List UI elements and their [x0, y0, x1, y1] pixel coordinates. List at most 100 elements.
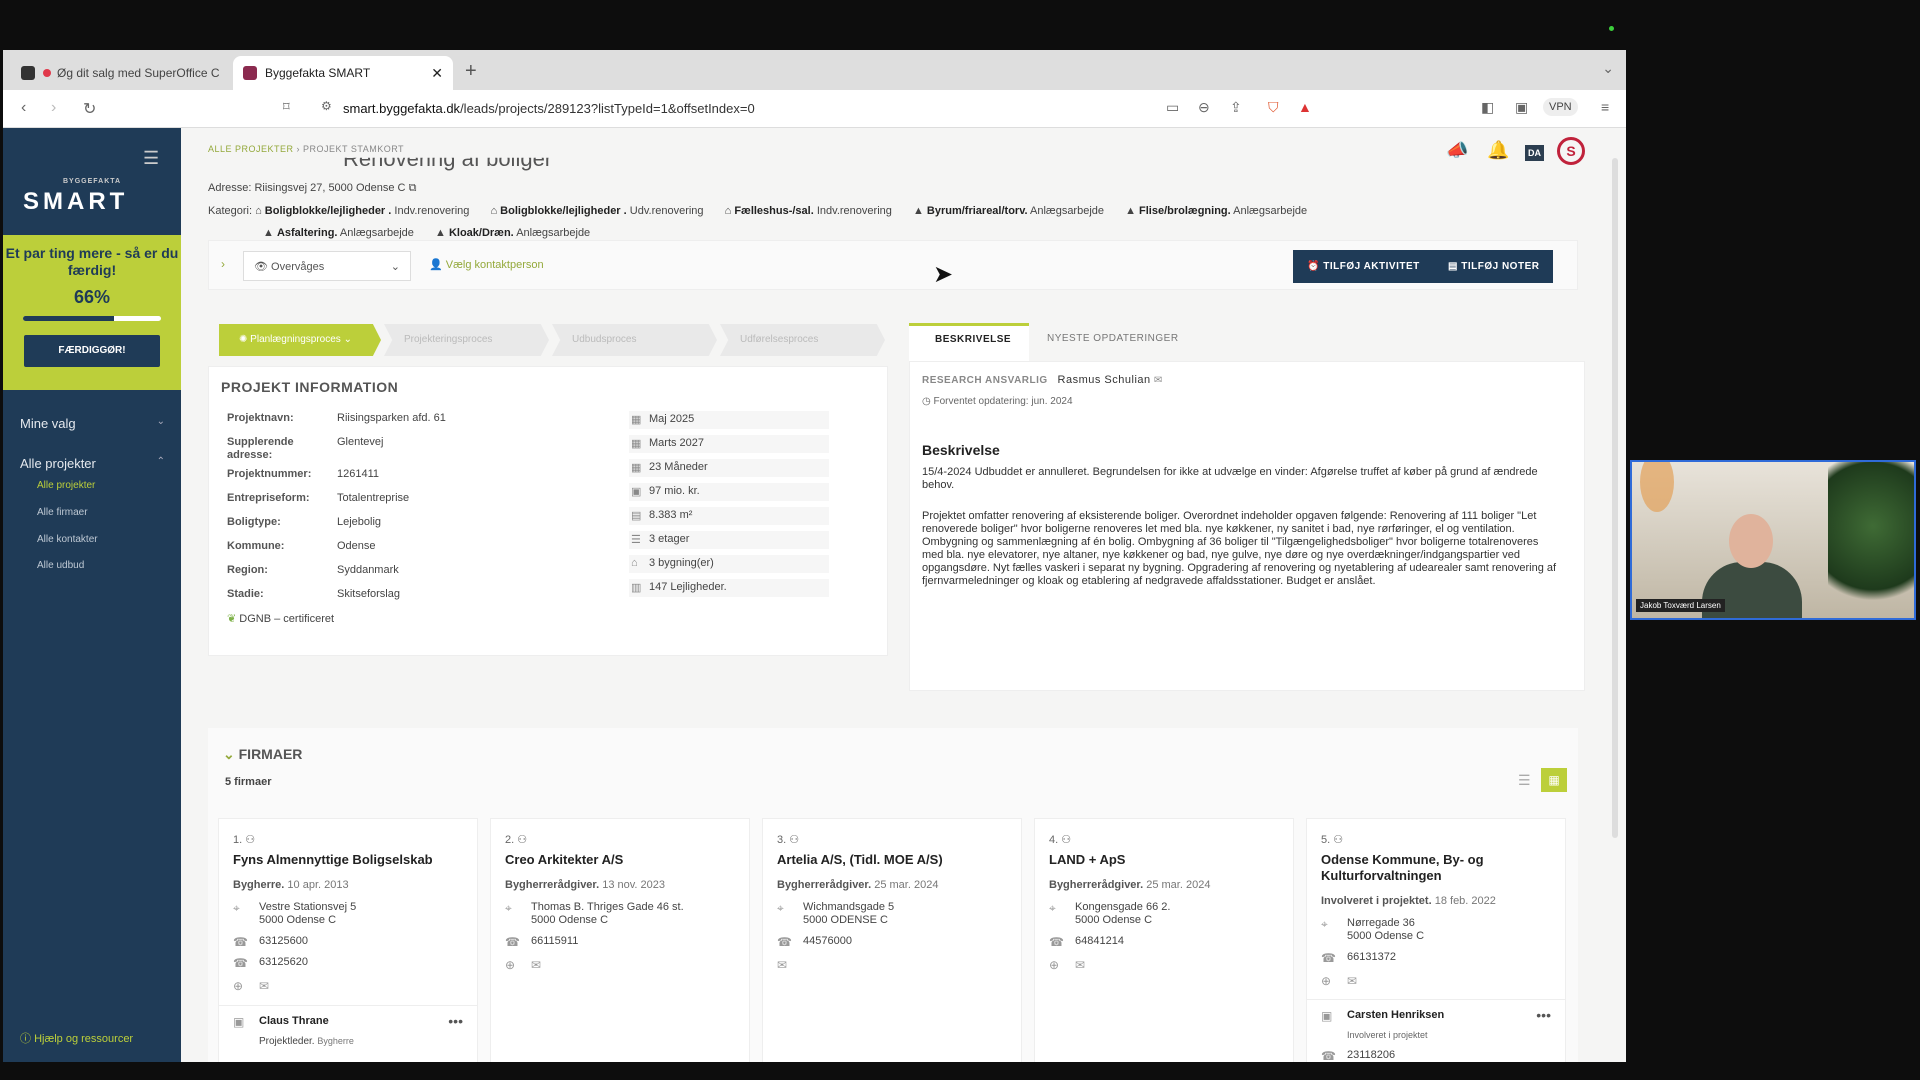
add-activity-button[interactable]: ⏰ TILFØJ AKTIVITET [1293, 250, 1434, 283]
language-button[interactable]: DA [1525, 145, 1544, 161]
tab-byggefakta[interactable]: Byggefakta SMART ✕ [233, 56, 453, 90]
contact-phone[interactable]: 23118206 [1347, 1049, 1395, 1062]
add-note-button[interactable]: ▤ TILFØJ NOTER [1434, 250, 1554, 283]
description-heading: Beskrivelse [922, 442, 1000, 458]
brave-rewards-icon[interactable]: ▲ [1298, 99, 1312, 115]
stage-planlaegning[interactable]: ✺ Planlægningsproces ⌄ [219, 324, 381, 356]
firm-date: 25 mar. 2024 [874, 879, 939, 891]
share-icon[interactable]: ⇪ [1230, 99, 1242, 116]
help-link[interactable]: ⓘ Hjælp og ressourcer [20, 1030, 133, 1046]
back-icon[interactable]: ‹ [21, 99, 26, 117]
megaphone-icon[interactable]: 📣 [1446, 140, 1468, 161]
firm-card[interactable]: 4. ⚇ LAND + ApS Bygherrerådgiver. 25 mar… [1034, 818, 1294, 1062]
close-tab-icon[interactable]: ✕ [431, 65, 443, 82]
firm-name[interactable]: Odense Kommune, By- og Kulturforvaltning… [1321, 852, 1551, 884]
scrollbar[interactable] [1612, 158, 1618, 838]
stage-udfoerelse[interactable]: Udførelsesproces [720, 324, 885, 356]
research-label-text: RESEARCH ANSVARLIG [922, 375, 1048, 386]
menu-icon[interactable]: ≡ [1601, 99, 1609, 115]
globe-icon[interactable]: ⊕ [505, 958, 515, 972]
firm-phone-1[interactable]: 66115911 [531, 935, 578, 948]
globe-icon[interactable]: ⊕ [1321, 974, 1331, 988]
category-type: Anlægsarbejde [1233, 205, 1308, 217]
bookmark-icon[interactable]: ⌑ [283, 99, 290, 115]
tab-beskrivelse[interactable]: BESKRIVELSE [909, 323, 1029, 361]
sidebar-item-mine-valg[interactable]: Mine valg ⌄ [20, 416, 165, 431]
firm-card[interactable]: 5. ⚇ Odense Kommune, By- og Kulturforval… [1306, 818, 1566, 1062]
fact-value: 147 Lejligheder. [649, 581, 727, 593]
contact-name[interactable]: Claus Thrane [259, 1015, 329, 1028]
firm-card[interactable]: 2. ⚇ Creo Arkitekter A/S Bygherrerådgive… [490, 818, 750, 1062]
grid-view-icon[interactable]: ▦ [1541, 768, 1567, 792]
forward-icon[interactable]: › [51, 99, 56, 117]
org-icon: ⚇ [1333, 834, 1344, 846]
firm-number: 5. ⚇ [1321, 833, 1343, 846]
firm-phone-1[interactable]: 64841214 [1075, 935, 1124, 948]
more-icon[interactable]: ••• [448, 1013, 463, 1029]
firm-phone-1[interactable]: 63125600 [259, 935, 308, 948]
wallet-icon[interactable]: ▣ [1515, 99, 1528, 116]
url-field[interactable]: smart.byggefakta.dk/leads/projects/28912… [343, 101, 755, 116]
watch-dropdown[interactable]: 👁 Overvåges ⌄ [243, 251, 411, 281]
sidebar-sub-alle-kontakter[interactable]: Alle kontakter [37, 534, 98, 545]
fact-duration: ▦ 23 Måneder [629, 459, 829, 477]
map-icon[interactable]: ⧉ [409, 182, 417, 194]
stage-projektering[interactable]: Projekteringsproces [384, 324, 549, 356]
contact-name[interactable]: Carsten Henriksen [1347, 1009, 1444, 1022]
finish-button[interactable]: FÆRDIGGØR! [24, 335, 160, 367]
globe-icon[interactable]: ⊕ [1049, 958, 1059, 972]
firm-phone-1[interactable]: 44576000 [803, 935, 852, 948]
firm-phone-2[interactable]: 63125620 [259, 956, 308, 969]
new-tab-icon[interactable]: + [465, 60, 477, 83]
email-icon[interactable]: ✉ [1154, 375, 1163, 386]
sidebar-item-alle-projekter[interactable]: Alle projekter ⌃ [20, 456, 165, 471]
zoom-icon[interactable]: ⊖ [1198, 99, 1210, 116]
sidebar-toggle-icon[interactable]: ◧ [1481, 99, 1494, 116]
firm-num: 4. [1049, 834, 1059, 846]
category-item: ⌂ Boligblokke/lejligheder . Udv.renoveri… [490, 205, 704, 217]
tab-list-chevron-icon[interactable]: ⌄ [1602, 60, 1614, 77]
category-list: Kategori: ⌂ Boligblokke/lejligheder . In… [208, 200, 1408, 244]
firm-phone-1[interactable]: 66131372 [1347, 951, 1396, 964]
firm-name[interactable]: LAND + ApS [1049, 852, 1279, 868]
firm-name[interactable]: Creo Arkitekter A/S [505, 852, 735, 868]
email-icon[interactable]: ✉ [531, 958, 541, 972]
sidebar-sub-alle-projekter[interactable]: Alle projekter [37, 480, 95, 491]
firm-name[interactable]: Fyns Almennyttige Boligselskab [233, 852, 463, 868]
choose-contact-link[interactable]: 👤 Vælg kontaktperson [429, 258, 544, 271]
note-icon: ▤ [1448, 261, 1458, 272]
money-icon: ▣ [631, 486, 642, 498]
breadcrumb-link[interactable]: ALLE PROJEKTER [208, 144, 294, 154]
email-icon[interactable]: ✉ [1347, 974, 1357, 988]
list-view-icon[interactable]: ☰ [1518, 772, 1531, 789]
more-icon[interactable]: ••• [1536, 1007, 1551, 1023]
stage-udbud[interactable]: Udbudsproces [552, 324, 717, 356]
firm-name[interactable]: Artelia A/S, (Tidl. MOE A/S) [777, 852, 1007, 868]
video-call-tile[interactable]: Jakob Toxværd Larsen [1630, 460, 1916, 620]
sidebar-sub-alle-udbud[interactable]: Alle udbud [37, 560, 84, 571]
site-info-icon[interactable]: ⚙ [321, 99, 332, 113]
email-icon[interactable]: ✉ [259, 979, 269, 993]
category-name: Asfaltering. [276, 227, 338, 239]
firm-card[interactable]: 3. ⚇ Artelia A/S, (Tidl. MOE A/S) Bygher… [762, 818, 1022, 1062]
tab-nyeste-opdateringer[interactable]: NYESTE OPDATERINGER [1047, 333, 1179, 344]
category-type: Indv.renovering [394, 205, 470, 217]
bell-icon[interactable]: 🔔 [1487, 140, 1509, 161]
firms-header[interactable]: ⌄ FIRMAER [223, 746, 302, 763]
avatar[interactable]: S [1557, 137, 1585, 165]
vpn-button[interactable]: VPN [1543, 98, 1578, 116]
brave-shield-icon[interactable]: ⛉ [1268, 99, 1279, 116]
tab-superoffice[interactable]: Øg dit salg med SuperOffice C [11, 56, 231, 90]
address-line-2: 5000 Odense C [1347, 930, 1425, 942]
hamburger-icon[interactable]: ☰ [143, 148, 159, 169]
sidebar-sub-alle-firmaer[interactable]: Alle firmaer [37, 507, 88, 518]
expand-chevron-icon[interactable]: › [221, 257, 225, 271]
email-icon[interactable]: ✉ [1075, 958, 1085, 972]
category-item: ⌂ Boligblokke/lejligheder . Indv.renover… [255, 205, 470, 217]
cast-icon[interactable]: ▭ [1166, 99, 1179, 116]
info-key: Region: [227, 564, 268, 576]
email-icon[interactable]: ✉ [777, 958, 787, 972]
firm-card[interactable]: 1. ⚇ Fyns Almennyttige Boligselskab Bygh… [218, 818, 478, 1062]
globe-icon[interactable]: ⊕ [233, 979, 243, 993]
reload-icon[interactable]: ↻ [83, 99, 96, 119]
